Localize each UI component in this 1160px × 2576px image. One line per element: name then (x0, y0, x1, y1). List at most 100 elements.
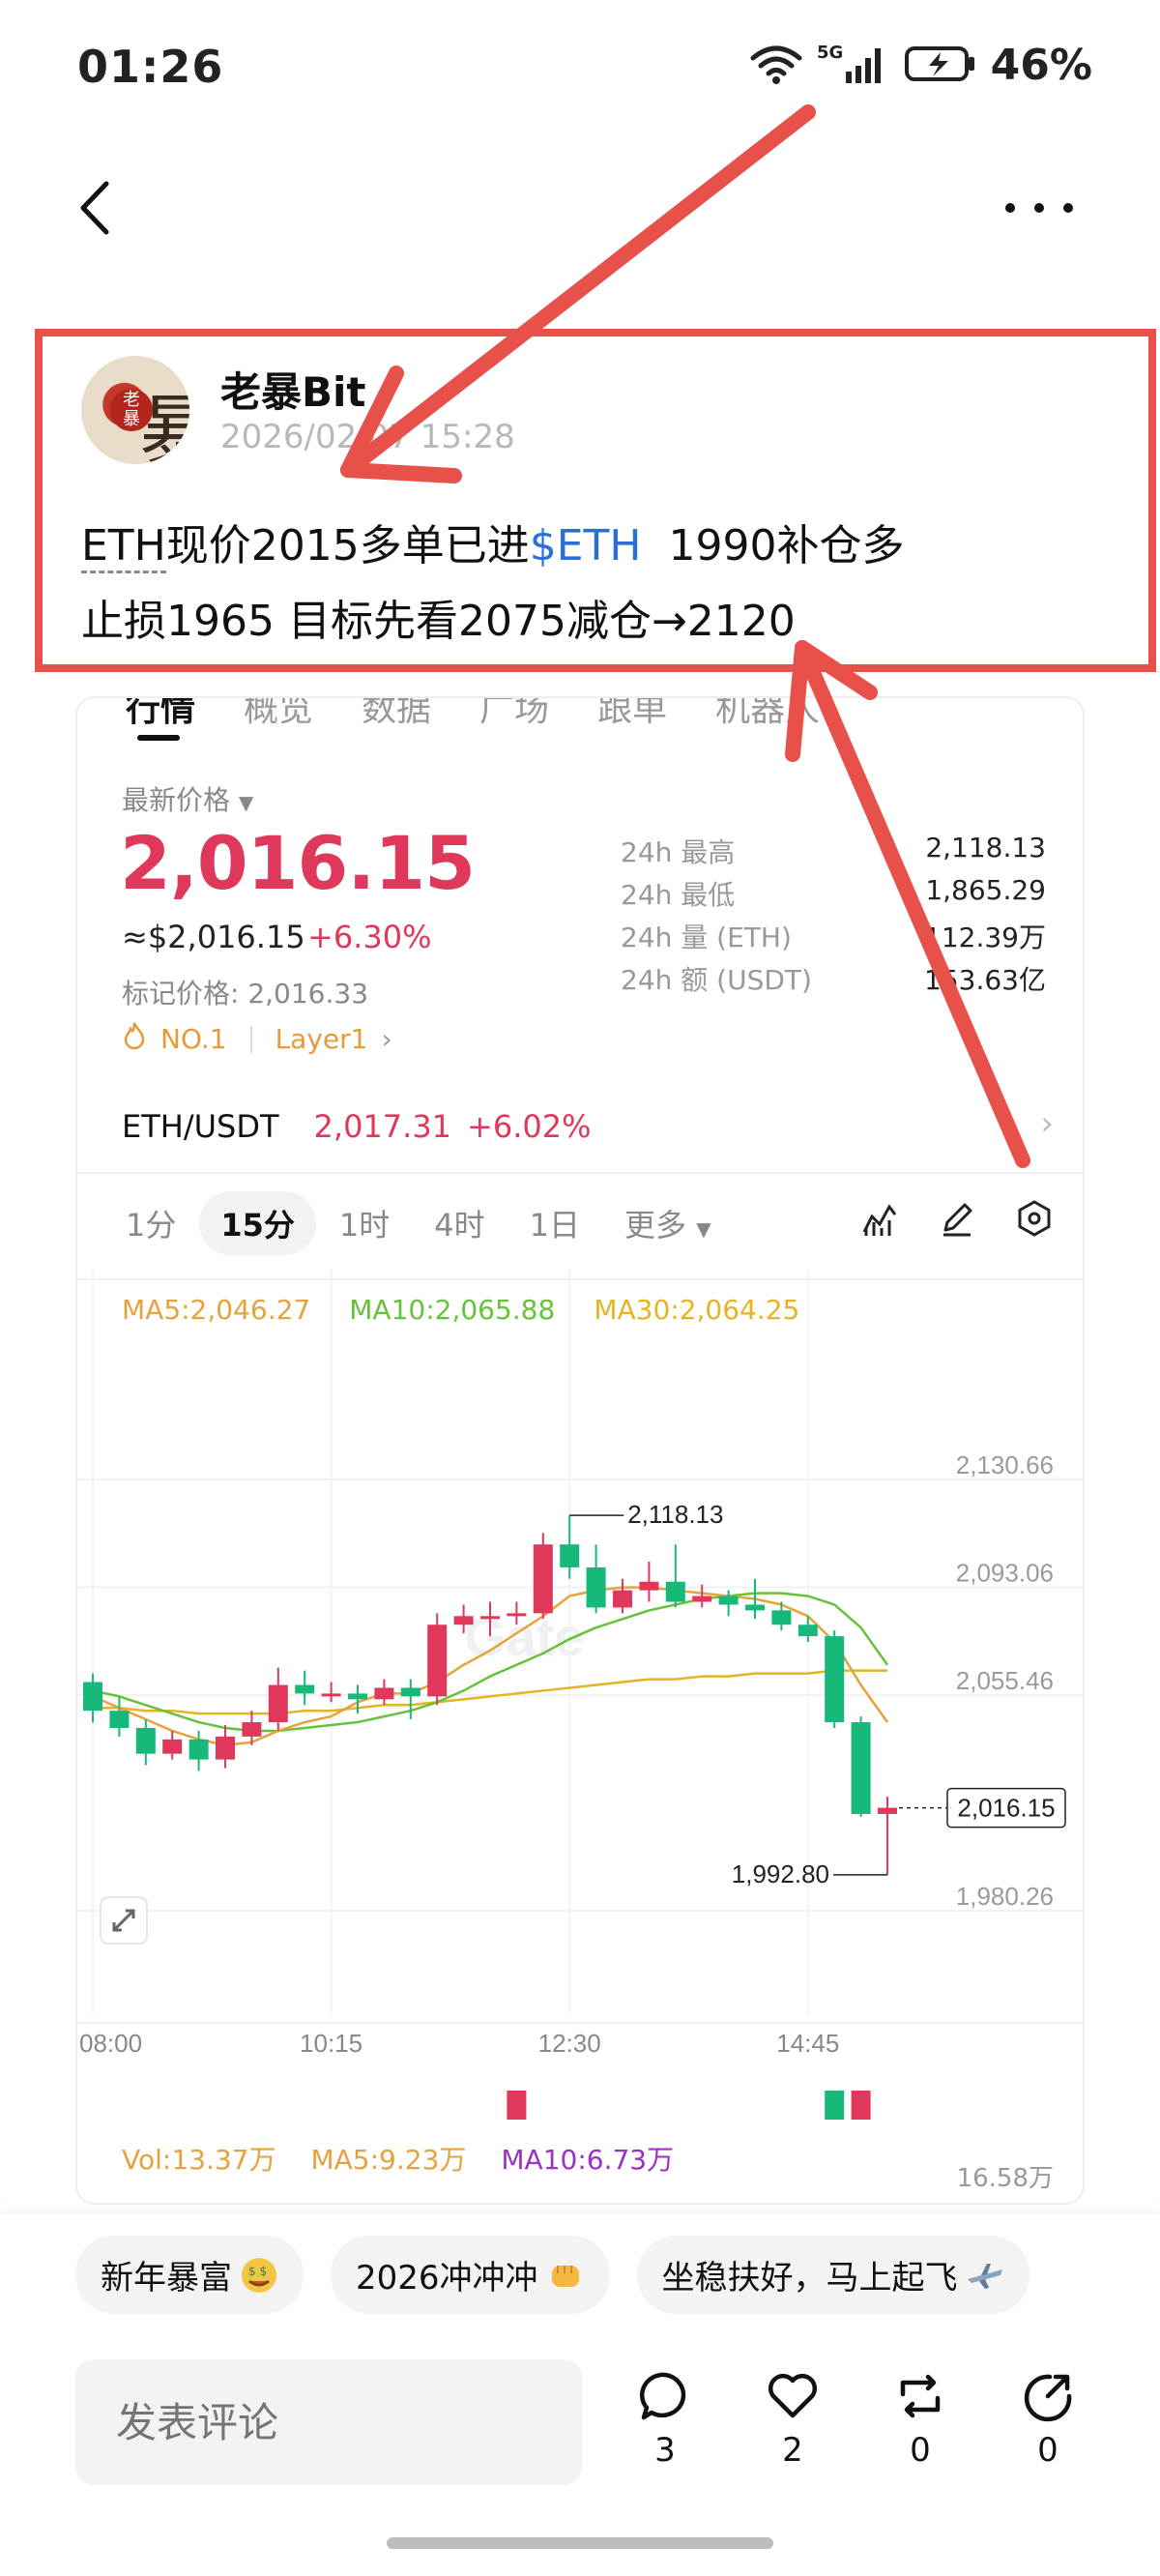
chip-label: 坐稳扶好，马上起飞 (661, 2259, 958, 2298)
interval-15m[interactable]: 15分 (199, 1191, 316, 1255)
like-button[interactable]: 2 (766, 2369, 820, 2470)
status-icons: 5G 46% (749, 41, 1092, 90)
share-count: 0 (1037, 2431, 1058, 2470)
stat-value: 153.63亿 (924, 964, 1046, 996)
tab-square[interactable]: 广场 (479, 698, 549, 737)
candle-body (507, 1613, 527, 1617)
post-content-line2: 止损1965 目标先看2075减仓→2120 (81, 597, 796, 646)
tab-data[interactable]: 数据 (362, 698, 431, 737)
pair-row[interactable]: ETH/USDT 2,017.31 +6.02% (122, 1108, 592, 1145)
candlestick-chart[interactable]: 2,130.66 2,093.06 2,055.46 1,980.26 08:00 10:… (77, 1269, 1083, 2120)
high-price-label: 2,118.13 (627, 1500, 723, 1529)
candle-body (162, 1739, 183, 1754)
divider (77, 1172, 1083, 1174)
candle-body (480, 1616, 500, 1620)
chip-2026[interactable]: 2026冲冲冲 (331, 2236, 610, 2314)
expand-icon[interactable] (100, 1896, 148, 1945)
stat-value: 2,118.13 (925, 832, 1046, 864)
avatar-seal: 老暴 (110, 389, 153, 431)
avatar[interactable]: 暴 老暴 (81, 356, 189, 464)
tab-bots[interactable]: 机器人 (715, 698, 820, 737)
stat-volume: 24h 量 (ETH) 112.39万 (621, 917, 1046, 959)
interval-1h[interactable]: 1时 (318, 1191, 411, 1255)
settings-hexagon-icon[interactable] (1015, 1199, 1054, 1242)
market-card: 行情 概览 数据 广场 跟单 机器人 最新价格 ▼ 2,016.15 ≈$2,0… (75, 696, 1085, 2205)
candle-body (348, 1693, 367, 1700)
like-count: 2 (782, 2431, 803, 2470)
tab-copy-trading[interactable]: 跟单 (597, 698, 667, 737)
back-button[interactable] (68, 174, 126, 242)
y-tick-label: 1,980.26 (956, 1882, 1054, 1911)
stat-turnover: 24h 额 (USDT) 153.63亿 (621, 959, 1046, 1002)
repost-button[interactable]: 0 (893, 2369, 947, 2470)
interval-1d[interactable]: 1日 (508, 1191, 601, 1255)
post-text: 1990补仓多 (641, 521, 905, 571)
candle-body (321, 1693, 341, 1697)
last-price: 2,016.15 (120, 820, 476, 906)
y-tick-label: 2,055.46 (956, 1666, 1054, 1695)
comment-count: 3 (654, 2431, 676, 2470)
share-button[interactable]: 0 (1021, 2369, 1075, 2470)
interval-more[interactable]: 更多 ▼ (603, 1191, 733, 1255)
chevron-right-icon[interactable]: › (1040, 1104, 1054, 1143)
pair-change: +6.02% (467, 1108, 592, 1145)
repost-count: 0 (910, 2431, 931, 2470)
volume-legend: Vol:13.37万 MA5:9.23万 MA10:6.73万 (122, 2139, 674, 2178)
tab-market[interactable]: 行情 (126, 698, 195, 737)
share-arrow-icon (1024, 2374, 1072, 2422)
y-tick-label: 2,130.66 (956, 1450, 1054, 1479)
comment-button[interactable]: 3 (638, 2369, 692, 2470)
stat-label: 24h 最低 (621, 879, 736, 911)
svg-text:$ $: $ $ (248, 2265, 267, 2278)
volume-axis-label: 16.58万 (956, 2164, 1054, 2193)
rank-row[interactable]: NO.1 Layer1 › (122, 1021, 392, 1057)
chart-tools (860, 1199, 1054, 1242)
chip-take-off[interactable]: 坐稳扶好，马上起飞 (636, 2236, 1030, 2314)
volume-bar (825, 2091, 845, 2120)
rank-divider (249, 1025, 252, 1053)
stat-label: 24h 量 (ETH) (621, 922, 792, 953)
wifi-icon (749, 43, 803, 89)
stat-label: 24h 额 (USDT) (621, 964, 812, 996)
candle-body (665, 1581, 685, 1602)
battery-percent: 46% (990, 41, 1092, 90)
more-dots-icon (1005, 203, 1073, 213)
candle-body (453, 1616, 474, 1625)
ma-legend: MA5:2,046.27 MA10:2,065.88 MA30:2,064.25 (122, 1294, 799, 1326)
post-timestamp: 2026/02/07 15:28 (220, 418, 515, 456)
current-price-label: 2,016.15 (957, 1794, 1055, 1823)
volume-bar (507, 2091, 527, 2120)
candle-body (560, 1544, 580, 1567)
candle-body (718, 1595, 739, 1605)
interval-1m[interactable]: 1分 (104, 1191, 197, 1255)
eth-token-link[interactable]: ETH (81, 521, 166, 573)
post-content-line1: ETH现价2015多单已进$ETH 1990补仓多 (81, 511, 905, 573)
candle-body (745, 1604, 765, 1611)
indicator-icon[interactable] (860, 1199, 899, 1242)
more-button[interactable] (996, 184, 1083, 232)
comment-bubble-icon (639, 2372, 686, 2420)
network-label: 5G (817, 43, 843, 63)
interval-4h[interactable]: 4时 (413, 1191, 506, 1255)
author-name[interactable]: 老暴Bit (220, 360, 366, 419)
money-face-emoji-icon: $ $ (240, 2256, 278, 2295)
candle-body (268, 1684, 288, 1723)
interval-selector: 1分 15分 1时 4时 1日 更多 ▼ (104, 1189, 735, 1257)
candle-body (188, 1739, 209, 1760)
quick-reply-chips: 新年暴富 $ $ 2026冲冲冲 坐稳扶好，马上起飞 (75, 2236, 1030, 2314)
candle-body (216, 1736, 235, 1760)
comment-input[interactable] (75, 2359, 582, 2485)
tab-overview[interactable]: 概览 (244, 698, 313, 737)
chip-new-year[interactable]: 新年暴富 $ $ (75, 2236, 304, 2314)
stat-value: 1,865.29 (925, 874, 1046, 906)
ma5-label: MA5:2,046.27 (122, 1294, 311, 1326)
caret-down-icon: ▼ (696, 1217, 711, 1241)
draw-pen-icon[interactable] (938, 1199, 976, 1242)
market-tabs: 行情 概览 数据 广场 跟单 机器人 (126, 698, 820, 737)
candle-body (878, 1807, 897, 1814)
candle-body (851, 1722, 871, 1814)
latest-price-label[interactable]: 最新价格 ▼ (122, 779, 253, 818)
cashtag-link[interactable]: $ETH (530, 521, 642, 571)
tab-indicator (137, 735, 180, 741)
cellular-signal-icon: 5G (817, 43, 890, 89)
